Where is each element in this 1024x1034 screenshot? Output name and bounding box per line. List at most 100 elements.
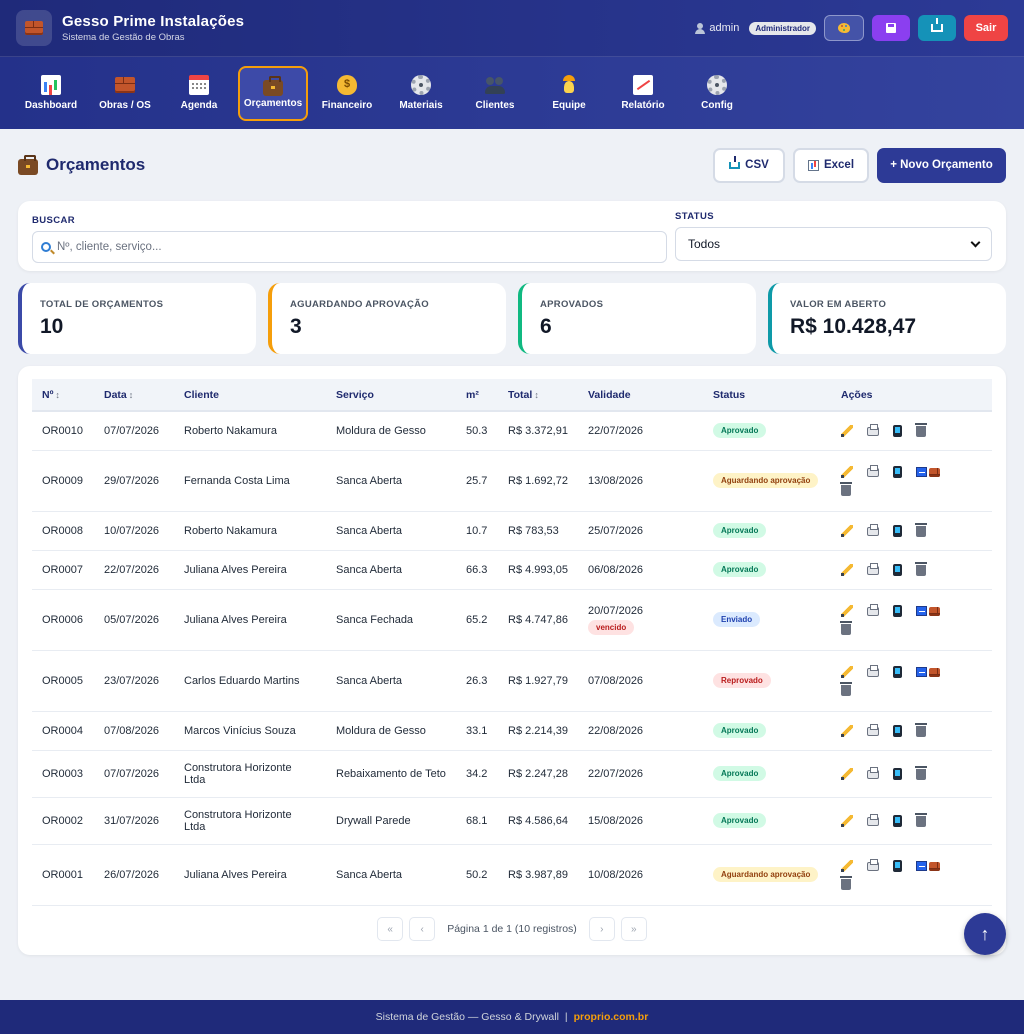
nav-financeiro[interactable]: Financeiro (312, 66, 382, 121)
col-total[interactable]: Total ↕ (498, 379, 578, 412)
convert-to-work-icon[interactable] (916, 666, 940, 678)
calendar-icon (189, 75, 209, 95)
logout-button[interactable]: Sair (964, 15, 1008, 41)
whatsapp-phone-icon[interactable] (893, 666, 902, 678)
nav-agenda[interactable]: Agenda (164, 66, 234, 121)
print-icon[interactable] (867, 665, 879, 677)
edit-pencil-icon[interactable] (841, 563, 853, 576)
cell-actions (831, 589, 992, 651)
trash-icon[interactable] (915, 812, 927, 827)
trash-icon[interactable] (840, 682, 852, 696)
status-select[interactable]: Todos (675, 227, 992, 261)
edit-pencil-icon[interactable] (841, 724, 853, 737)
nav-relatorio[interactable]: Relatório (608, 66, 678, 121)
export-excel-button[interactable]: Excel (793, 147, 869, 183)
export-csv-button[interactable]: CSV (713, 147, 785, 183)
print-icon[interactable] (867, 423, 879, 436)
briefcase-icon (263, 76, 283, 96)
convert-to-work-icon[interactable] (916, 466, 940, 478)
whatsapp-phone-icon[interactable] (893, 814, 902, 827)
nav-equipe[interactable]: Equipe (534, 66, 604, 121)
print-icon[interactable] (867, 723, 879, 736)
nav-materiais[interactable]: Materiais (386, 66, 456, 121)
status-label: STATUS (675, 211, 714, 222)
edit-pencil-icon[interactable] (841, 860, 853, 872)
print-icon[interactable] (867, 766, 879, 779)
stat-total: TOTAL DE ORÇAMENTOS 10 (18, 283, 256, 354)
nav-dashboard[interactable]: Dashboard (16, 66, 86, 121)
last-page-button[interactable]: » (620, 917, 647, 941)
trash-icon[interactable] (840, 482, 852, 496)
cell-status: Aprovado (703, 797, 831, 845)
nav-orcamentos[interactable]: Orçamentos (238, 65, 308, 121)
trash-icon[interactable] (915, 422, 927, 437)
whatsapp-phone-icon[interactable] (893, 724, 902, 737)
nav-obras[interactable]: Obras / OS (90, 66, 160, 121)
status-badge: Aprovado (713, 562, 767, 577)
trash-icon[interactable] (915, 722, 927, 737)
convert-to-work-icon[interactable] (916, 605, 940, 617)
prev-page-button[interactable]: ‹ (409, 917, 436, 941)
whatsapp-phone-icon[interactable] (893, 524, 902, 537)
col-date[interactable]: Data ↕ (94, 379, 174, 412)
import-button[interactable] (918, 15, 956, 41)
trash-icon[interactable] (915, 561, 927, 576)
first-page-button[interactable]: « (377, 917, 404, 941)
nav-label: Equipe (552, 100, 586, 111)
theme-button[interactable] (824, 15, 864, 41)
edit-pencil-icon[interactable] (841, 605, 853, 617)
table-row: OR0002 31/07/2026 Construtora Horizonte Lt… (32, 797, 992, 845)
search-placeholder: Nº, cliente, serviço... (57, 241, 162, 253)
whatsapp-phone-icon[interactable] (893, 563, 902, 576)
whatsapp-phone-icon[interactable] (893, 860, 902, 872)
whatsapp-phone-icon[interactable] (893, 605, 902, 617)
edit-pencil-icon[interactable] (841, 814, 853, 827)
trash-icon[interactable] (840, 621, 852, 635)
col-num[interactable]: Nº ↕ (32, 379, 94, 412)
validity-date: 25/07/2026 (588, 524, 644, 537)
edit-pencil-icon[interactable] (841, 466, 853, 478)
cell-validity: 20/07/2026 vencido (578, 589, 703, 651)
nav-clientes[interactable]: Clientes (460, 66, 530, 121)
edit-pencil-icon[interactable] (841, 524, 853, 537)
trash-icon[interactable] (915, 522, 927, 537)
trash-icon[interactable] (915, 765, 927, 780)
search-input[interactable]: Nº, cliente, serviço... (32, 231, 667, 263)
sort-icon: ↕ (55, 389, 60, 400)
nav-config[interactable]: Config (682, 66, 752, 121)
print-icon[interactable] (867, 604, 879, 616)
edit-pencil-icon[interactable] (841, 666, 853, 678)
print-icon[interactable] (867, 813, 879, 826)
backup-button[interactable] (872, 15, 910, 41)
trash-icon[interactable] (840, 876, 852, 890)
status-select-value: Todos (688, 237, 721, 251)
print-icon[interactable] (867, 523, 879, 536)
new-budget-button[interactable]: + Novo Orçamento (877, 147, 1006, 183)
cell-validity: 07/08/2026 (578, 650, 703, 712)
budgets-table-card: Nº ↕ Data ↕ Cliente Serviço m² Total ↕ Vali… (18, 366, 1006, 955)
convert-to-work-icon[interactable] (916, 860, 940, 872)
whatsapp-phone-icon[interactable] (893, 466, 902, 478)
cell-num: OR0002 (32, 797, 94, 845)
print-icon[interactable] (867, 859, 879, 871)
cell-validity: 22/07/2026 (578, 411, 703, 451)
print-icon[interactable] (867, 465, 879, 477)
briefcase-icon (18, 155, 38, 175)
validity-date: 22/07/2026 (588, 424, 644, 437)
nav-label: Materiais (399, 100, 443, 111)
stat-value: 6 (540, 315, 552, 338)
cell-service: Moldura de Gesso (326, 711, 456, 751)
scroll-top-button[interactable]: ↑ (964, 913, 1006, 955)
edit-pencil-icon[interactable] (841, 767, 853, 780)
next-page-button[interactable]: › (588, 917, 615, 941)
cell-total: R$ 783,53 (498, 511, 578, 551)
footer-text: Sistema de Gestão — Gesso & Drywall (375, 1011, 559, 1023)
print-icon[interactable] (867, 562, 879, 575)
cell-m2: 50.2 (456, 844, 498, 906)
status-badge: Aguardando aprovação (713, 473, 819, 488)
whatsapp-phone-icon[interactable] (893, 767, 902, 780)
edit-pencil-icon[interactable] (841, 424, 853, 437)
cell-num: OR0009 (32, 450, 94, 512)
whatsapp-phone-icon[interactable] (893, 424, 902, 437)
footer-link[interactable]: proprio.com.br (574, 1011, 649, 1023)
